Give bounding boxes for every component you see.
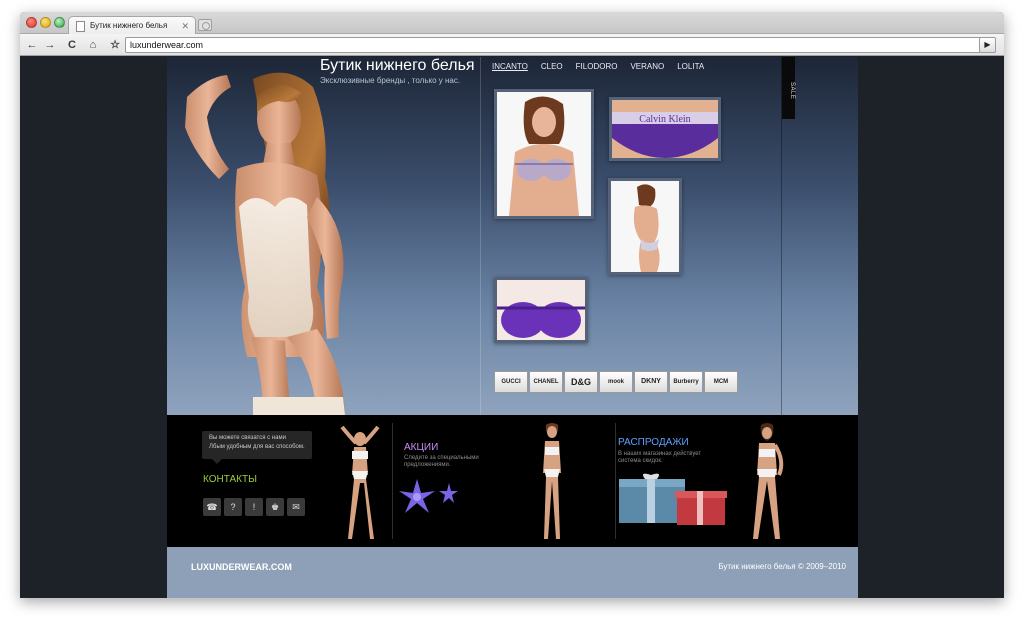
home-icon[interactable]: ⌂ bbox=[85, 37, 101, 53]
sale-tab[interactable]: SALE bbox=[782, 57, 795, 119]
hero-section: Бутик нижнего белья Эксклюзивные бренды … bbox=[167, 57, 858, 415]
product-photo bbox=[497, 92, 591, 216]
akcii-line: предложениями. bbox=[404, 462, 451, 468]
go-button[interactable]: ▶ bbox=[979, 37, 996, 53]
promo-divider bbox=[615, 423, 616, 539]
brand-logo-mcm[interactable]: MCM bbox=[704, 371, 738, 393]
sales-line: система скидок. bbox=[618, 458, 663, 464]
contacts-title[interactable]: КОНТАКТЫ bbox=[203, 474, 257, 485]
sales-line: В наших магазинах действует bbox=[618, 451, 702, 457]
back-arrow-icon[interactable]: ← bbox=[24, 37, 40, 53]
thumbnail-purple-bra[interactable] bbox=[494, 277, 588, 343]
brand-nav: INCANTO CLEO FILODORO VERANO LOLITA bbox=[492, 62, 704, 71]
url-text[interactable]: luxunderwear.com bbox=[130, 40, 203, 50]
product-photo bbox=[497, 280, 585, 340]
brand-logo-dkny[interactable]: DKNY bbox=[634, 371, 668, 393]
gift-boxes-image bbox=[619, 473, 727, 525]
tab-strip: Бутик нижнего белья ✕ bbox=[20, 12, 1004, 35]
site-container: Бутик нижнего белья Эксклюзивные бренды … bbox=[167, 57, 858, 598]
akcii-title[interactable]: АКЦИИ bbox=[404, 442, 438, 453]
nav-item-lolita[interactable]: LOLITA bbox=[677, 62, 704, 71]
brief-print-text: Calvin Klein bbox=[639, 114, 690, 125]
sales-title[interactable]: РАСПРОДАЖИ bbox=[618, 437, 689, 448]
phone-icon[interactable]: ☎ bbox=[203, 498, 221, 516]
footer-copyright: Бутик нижнего белья © 2009–2010 bbox=[718, 562, 846, 571]
footer-logo[interactable]: LUXUNDERWEAR.COM bbox=[191, 562, 292, 572]
brand-logo-strip: GUCCI CHANEL D&G mook DKNY Burberry MCM bbox=[494, 371, 738, 393]
promo-model-image bbox=[340, 425, 380, 539]
exclamation-icon[interactable]: ! bbox=[245, 498, 263, 516]
product-photo: Calvin Klein bbox=[612, 100, 718, 158]
new-tab-button[interactable] bbox=[198, 19, 212, 31]
brand-logo-mook[interactable]: mook bbox=[599, 371, 633, 393]
thumbnail-calvin-klein-brief[interactable]: Calvin Klein bbox=[609, 97, 721, 161]
akcii-description: Следите за специальными предложениями. bbox=[404, 455, 479, 469]
forward-arrow-icon[interactable]: → bbox=[42, 37, 58, 53]
promo-band: Вы можете связатся с нами Лбым удобным д… bbox=[167, 415, 858, 547]
site-title: Бутик нижнего белья bbox=[320, 57, 475, 74]
hero-model-image bbox=[185, 72, 345, 415]
address-bar[interactable]: luxunderwear.com bbox=[125, 37, 983, 53]
browser-tab[interactable]: Бутик нижнего белья ✕ bbox=[68, 16, 196, 35]
promo-divider bbox=[392, 423, 393, 539]
tooltip-line: Лбым удобным для вас способом. bbox=[209, 444, 305, 450]
product-photo bbox=[611, 181, 679, 272]
promo-model-image bbox=[753, 423, 784, 539]
footer: LUXUNDERWEAR.COM Бутик нижнего белья © 2… bbox=[167, 547, 858, 598]
site-subtitle: Эксклюзивные бренды , только у нас. bbox=[320, 76, 461, 85]
contact-tooltip: Вы можете связатся с нами Лбым удобным д… bbox=[202, 431, 312, 464]
zoom-window-button[interactable] bbox=[54, 17, 65, 28]
star-icon[interactable]: ☆ bbox=[107, 37, 123, 53]
brand-logo-dg[interactable]: D&G bbox=[564, 371, 598, 393]
thumbnail-bra-front[interactable] bbox=[494, 89, 594, 219]
brand-logo-burberry[interactable]: Burberry bbox=[669, 371, 703, 393]
document-icon bbox=[76, 21, 85, 32]
sales-description: В наших магазинах действует система скид… bbox=[618, 451, 701, 465]
sale-tab-label: SALE bbox=[789, 82, 795, 100]
tooltip-line: Вы можете связатся с нами bbox=[209, 435, 286, 441]
question-icon[interactable]: ? bbox=[224, 498, 242, 516]
column-divider bbox=[480, 57, 481, 415]
brand-logo-gucci[interactable]: GUCCI bbox=[494, 371, 528, 393]
page-viewport: Бутик нижнего белья Эксклюзивные бренды … bbox=[20, 57, 1004, 598]
thumbnail-model-back[interactable] bbox=[608, 178, 682, 275]
nav-item-filodoro[interactable]: FILODORO bbox=[576, 62, 618, 71]
gift-bow-image bbox=[399, 479, 458, 513]
browser-window: Бутик нижнего белья ✕ ← → C ⌂ ☆ luxunder… bbox=[20, 12, 1004, 598]
crown-icon[interactable]: ♚ bbox=[266, 498, 284, 516]
akcii-line: Следите за специальными bbox=[404, 455, 479, 461]
browser-toolbar: ← → C ⌂ ☆ luxunderwear.com ▶ bbox=[20, 34, 1004, 56]
close-window-button[interactable] bbox=[26, 17, 37, 28]
close-icon[interactable]: ✕ bbox=[181, 19, 189, 33]
promo-model-image bbox=[543, 423, 561, 539]
tab-title: Бутик нижнего белья bbox=[90, 21, 168, 30]
mail-icon[interactable]: ✉ bbox=[287, 498, 305, 516]
brand-logo-chanel[interactable]: CHANEL bbox=[529, 371, 563, 393]
nav-item-cleo[interactable]: CLEO bbox=[541, 62, 563, 71]
contact-icon-row: ☎ ? ! ♚ ✉ bbox=[203, 498, 305, 516]
nav-item-incanto[interactable]: INCANTO bbox=[492, 62, 528, 71]
minimize-window-button[interactable] bbox=[40, 17, 51, 28]
reload-icon[interactable]: C bbox=[64, 37, 80, 53]
nav-item-verano[interactable]: VERANO bbox=[630, 62, 664, 71]
